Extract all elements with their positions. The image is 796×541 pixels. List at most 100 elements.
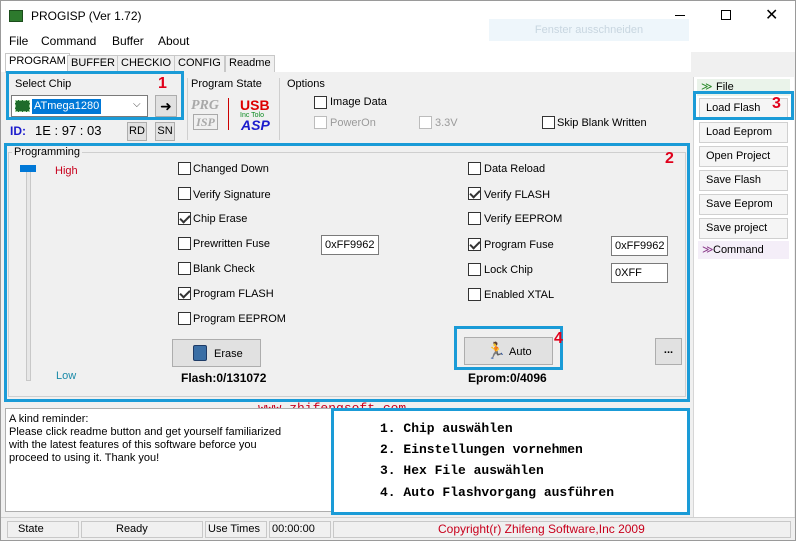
arrow-right-icon: ➜ bbox=[160, 98, 172, 114]
tab-readme[interactable]: Readme bbox=[225, 55, 275, 72]
chip-id-value: 1E : 97 : 03 bbox=[35, 123, 102, 138]
flash-info: Flash:0/131072 bbox=[181, 371, 267, 385]
reminder-title: A kind reminder: bbox=[9, 413, 89, 425]
prewritten-fuse-checkbox[interactable] bbox=[178, 237, 191, 250]
prewritten-fuse-label: Prewritten Fuse bbox=[193, 238, 271, 250]
verify-signature-checkbox[interactable] bbox=[178, 187, 191, 200]
programming-group bbox=[8, 152, 686, 397]
program-flash-label: Program FLASH bbox=[193, 288, 274, 300]
step-3: 3. Hex File auswählen bbox=[380, 463, 544, 478]
speed-slider[interactable] bbox=[15, 165, 45, 383]
options-divider bbox=[279, 78, 280, 140]
chip-erase-checkbox[interactable] bbox=[178, 212, 191, 225]
lock-chip-label: Lock Chip bbox=[484, 264, 533, 276]
program-eeprom-checkbox[interactable] bbox=[178, 312, 191, 325]
image-data-label: Image Data bbox=[330, 96, 387, 108]
tab-program[interactable]: PROGRAM bbox=[5, 53, 70, 73]
slider-track bbox=[26, 169, 31, 381]
annotation-number-3: 3 bbox=[772, 95, 781, 112]
chip-select[interactable]: ATmega1280 ⌵ bbox=[11, 95, 148, 117]
erase-label: Erase bbox=[214, 348, 243, 360]
isp-logo: ISP bbox=[193, 114, 218, 130]
tab-checkio[interactable]: CHECKIO bbox=[117, 55, 176, 72]
status-time: 00:00:00 bbox=[269, 521, 331, 538]
tab-bar: PROGRAM BUFFER CHECKIO CONFIG Readme bbox=[1, 52, 691, 73]
status-bar: State Ready Use Times 00:00:00 Copyright… bbox=[1, 517, 795, 540]
program-eeprom-label: Program EEPROM bbox=[193, 313, 286, 325]
lock-chip-field[interactable]: 0XFF bbox=[611, 263, 668, 283]
erase-button[interactable]: Erase bbox=[172, 339, 261, 367]
auto-runner-icon: 🏃 bbox=[486, 343, 506, 360]
app-icon bbox=[9, 10, 23, 22]
maximize-icon[interactable] bbox=[721, 10, 731, 20]
steps-box: 1. Chip auswählen 2. Einstellungen vorne… bbox=[331, 408, 690, 515]
window-title: PROGISP (Ver 1.72) bbox=[31, 9, 142, 23]
verify-flash-checkbox[interactable] bbox=[468, 187, 481, 200]
image-data-checkbox[interactable] bbox=[314, 96, 327, 109]
menu-buffer[interactable]: Buffer bbox=[112, 34, 144, 48]
v33-checkbox[interactable] bbox=[419, 116, 432, 129]
step-4: 4. Auto Flashvorgang ausführen bbox=[380, 485, 615, 500]
slider-high-label: High bbox=[55, 165, 78, 177]
tab-config[interactable]: CONFIG bbox=[174, 55, 225, 72]
verify-eeprom-checkbox[interactable] bbox=[468, 212, 481, 225]
command-section-header[interactable]: ≫ Command bbox=[698, 241, 789, 259]
menu-command[interactable]: Command bbox=[41, 34, 96, 48]
sn-button[interactable]: SN bbox=[155, 122, 175, 141]
load-eeprom-button[interactable]: Load Eeprom bbox=[699, 122, 788, 143]
verify-signature-label: Verify Signature bbox=[193, 189, 271, 201]
save-eeprom-button[interactable]: Save Eeprom bbox=[699, 194, 788, 215]
program-fuse-checkbox[interactable] bbox=[468, 238, 481, 251]
skip-blank-label: Skip Blank Written bbox=[557, 117, 647, 129]
prewritten-fuse-field[interactable]: 0xFF9962 bbox=[321, 235, 379, 255]
menu-file[interactable]: File bbox=[9, 34, 28, 48]
blank-check-label: Blank Check bbox=[193, 263, 255, 275]
open-project-button[interactable]: Open Project bbox=[699, 146, 788, 167]
verify-flash-label: Verify FLASH bbox=[484, 189, 551, 201]
save-project-button[interactable]: Save project bbox=[699, 218, 788, 239]
more-button[interactable]: ... bbox=[655, 338, 682, 365]
select-chip-go-button[interactable]: ➜ bbox=[155, 95, 177, 117]
close-icon[interactable]: ✕ bbox=[765, 5, 778, 25]
program-flash-checkbox[interactable] bbox=[178, 287, 191, 300]
tab-buffer[interactable]: BUFFER bbox=[67, 55, 119, 72]
minimize-icon[interactable] bbox=[675, 15, 685, 16]
data-reload-label: Data Reload bbox=[484, 163, 546, 175]
auto-button[interactable]: 🏃 Auto bbox=[464, 337, 553, 365]
auto-label: Auto bbox=[509, 346, 532, 358]
command-section-label: Command bbox=[713, 244, 764, 256]
reminder-line-2: with the latest features of this softwar… bbox=[9, 439, 257, 451]
program-state-divider bbox=[187, 78, 188, 140]
lock-chip-checkbox[interactable] bbox=[468, 263, 481, 276]
file-section-header[interactable]: ≫ File bbox=[697, 79, 790, 96]
slider-thumb[interactable] bbox=[20, 165, 36, 172]
program-fuse-label: Program Fuse bbox=[484, 239, 554, 251]
data-reload-checkbox[interactable] bbox=[468, 162, 481, 175]
menu-about[interactable]: About bbox=[158, 34, 189, 48]
prg-logo: PRG bbox=[191, 98, 219, 113]
save-flash-button[interactable]: Save Flash bbox=[699, 170, 788, 191]
blank-check-checkbox[interactable] bbox=[178, 262, 191, 275]
enabled-xtal-checkbox[interactable] bbox=[468, 288, 481, 301]
poweron-label: PowerOn bbox=[330, 117, 376, 129]
v33-label: 3.3V bbox=[435, 117, 458, 129]
poweron-checkbox[interactable] bbox=[314, 116, 327, 129]
status-ready: Ready bbox=[81, 521, 203, 538]
program-fuse-field[interactable]: 0xFF9962 bbox=[611, 236, 668, 256]
chip-erase-label: Chip Erase bbox=[193, 213, 248, 225]
chip-icon bbox=[15, 100, 30, 112]
usb-logo: USB bbox=[240, 97, 270, 113]
chevron-down-icon: ⌵ bbox=[133, 99, 141, 110]
file-section-label: File bbox=[716, 81, 734, 93]
slider-low-label: Low bbox=[56, 370, 77, 382]
menu-bar: File Command Buffer About Fenster aussch… bbox=[1, 19, 795, 52]
program-state-label: Program State bbox=[191, 78, 262, 90]
rd-button[interactable]: RD bbox=[127, 122, 147, 141]
reminder-line-3: proceed to using it. Thank you! bbox=[9, 452, 160, 464]
step-2: 2. Einstellungen vornehmen bbox=[380, 442, 583, 457]
skip-blank-checkbox[interactable] bbox=[542, 116, 555, 129]
step-1: 1. Chip auswählen bbox=[380, 421, 513, 436]
side-panel: ≫ File bbox=[693, 77, 794, 517]
annotation-number-1: 1 bbox=[158, 75, 167, 92]
changed-down-checkbox[interactable] bbox=[178, 162, 191, 175]
